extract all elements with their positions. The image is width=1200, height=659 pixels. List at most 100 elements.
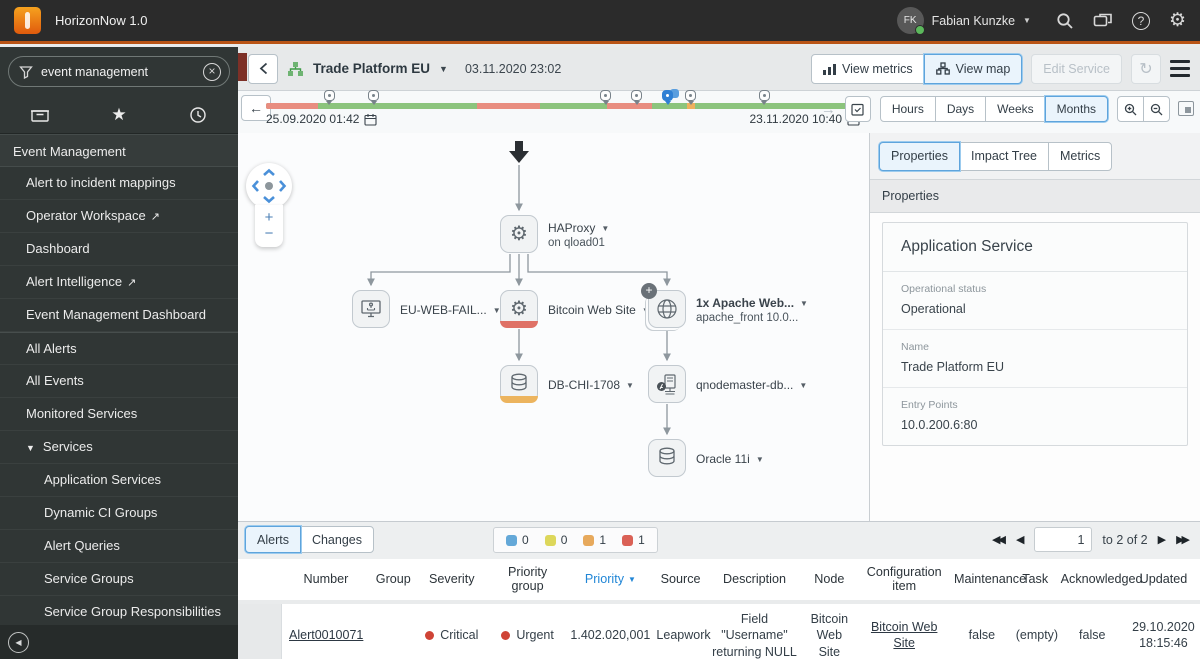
column-maintenance[interactable]: Maintenance [950, 559, 1026, 602]
refresh-button[interactable]: ↻ [1131, 53, 1161, 84]
sidebar-item-monitored-services[interactable]: Monitored Services [0, 398, 238, 431]
timeline-marker[interactable] [685, 90, 697, 105]
node-oracle-11i[interactable] [648, 439, 686, 477]
chat-icon[interactable] [1093, 12, 1113, 30]
column-node[interactable]: Node [801, 559, 858, 602]
column-configuration-item[interactable]: Configuration item [857, 559, 951, 602]
zoom-out-button[interactable] [1143, 96, 1170, 122]
timeline-marker[interactable] [368, 90, 380, 105]
column-number[interactable]: Number [281, 559, 371, 602]
node-bitcoin-web-site[interactable]: ⚙ [500, 290, 538, 328]
range-weeks-button[interactable]: Weeks [985, 96, 1046, 122]
node-qnodemaster-db[interactable] [648, 365, 686, 403]
edge-tab[interactable] [238, 53, 247, 81]
select-date-button[interactable] [844, 96, 871, 122]
range-hours-button[interactable]: Hours [879, 96, 936, 122]
menu-section-header[interactable]: Event Management [0, 134, 238, 167]
page-input[interactable] [1034, 527, 1093, 552]
column-source[interactable]: Source [653, 559, 708, 602]
dock-panel-icon[interactable] [1178, 101, 1194, 116]
timeline-markers [266, 90, 860, 106]
tab-alerts[interactable]: Alerts [245, 526, 301, 553]
expand-group-icon[interactable]: + [641, 283, 657, 299]
search-input[interactable] [41, 64, 203, 79]
details-tabs: Properties Impact Tree Metrics [870, 133, 1200, 179]
tab-favorites[interactable]: ★ [79, 96, 158, 133]
node-haproxy[interactable]: ⚙ [500, 215, 538, 253]
zoom-out-button[interactable]: − [265, 226, 274, 241]
zoom-in-button[interactable]: + [265, 210, 274, 225]
column-acknowledged[interactable]: Acknowledged [1057, 559, 1143, 602]
sidebar-item-dynamic-ci-groups[interactable]: Dynamic CI Groups [0, 497, 238, 530]
help-icon[interactable]: ? [1131, 11, 1150, 30]
column-description[interactable]: Description [707, 559, 802, 602]
user-menu[interactable]: FK Fabian Kunzke ▼ [896, 7, 1031, 35]
tab-all-applications[interactable] [0, 96, 79, 133]
column-group[interactable]: Group [370, 559, 416, 602]
range-days-button[interactable]: Days [934, 96, 987, 122]
column-priority[interactable]: Priority ▼ [567, 559, 654, 602]
node-eu-web-fail[interactable] [352, 290, 390, 328]
sidebar-item-alert-intelligence[interactable]: Alert Intelligence ↗ [0, 266, 238, 299]
service-title-caret-icon[interactable]: ▼ [439, 64, 448, 74]
timeline-marker[interactable] [600, 90, 612, 105]
chevron-down-icon[interactable]: ▼ [626, 381, 634, 390]
tab-changes[interactable]: Changes [299, 526, 374, 553]
search-icon[interactable] [1056, 12, 1074, 30]
chevron-down-icon[interactable]: ▼ [1023, 16, 1031, 25]
gear-icon[interactable]: ⚙ [1169, 11, 1186, 30]
configuration-item-link[interactable]: Bitcoin Web Site [871, 620, 937, 650]
zoom-in-button[interactable] [1117, 96, 1144, 122]
column-severity[interactable]: Severity [415, 559, 488, 602]
sidebar: × ★ Event Management Alert to incident m… [0, 47, 238, 659]
chevron-down-icon[interactable]: ▼ [799, 381, 807, 390]
collapse-sidebar-icon[interactable]: ◀ [8, 631, 29, 653]
timeline-forward-icon[interactable]: → [821, 101, 836, 118]
node-db-chi-1708[interactable] [500, 365, 538, 403]
timeline-marker[interactable] [323, 90, 335, 105]
timeline-marker[interactable] [631, 90, 643, 105]
sidebar-item-application-services[interactable]: Application Services [0, 464, 238, 497]
timeline-marker-current[interactable] [662, 90, 674, 105]
tab-impact-tree[interactable]: Impact Tree [958, 141, 1049, 171]
range-months-button[interactable]: Months [1044, 96, 1108, 122]
clear-search-icon[interactable]: × [203, 62, 221, 81]
filter-navigator-search[interactable]: × [8, 56, 230, 87]
sidebar-item-all-events[interactable]: All Events [0, 365, 238, 398]
legend-info: 0 [506, 533, 529, 547]
sidebar-footer: ◀ [0, 625, 238, 659]
back-button[interactable] [248, 53, 278, 84]
sidebar-item-event-management-dashboard[interactable]: Event Management Dashboard [0, 299, 238, 332]
tab-metrics[interactable]: Metrics [1047, 141, 1113, 171]
sidebar-item-dashboard[interactable]: Dashboard [0, 233, 238, 266]
timeline-marker[interactable] [758, 90, 770, 105]
field-entry-points: Entry Points 10.0.200.6:80 [883, 387, 1187, 445]
chevron-down-icon[interactable]: ▼ [756, 455, 764, 464]
avatar[interactable]: FK [896, 7, 925, 35]
view-map-button[interactable]: View map [923, 53, 1023, 84]
prev-page-button[interactable]: ◀ [1016, 533, 1024, 546]
sidebar-item-operator-workspace[interactable]: Operator Workspace ↗ [0, 200, 238, 233]
sidebar-item-alert-queries[interactable]: Alert Queries [0, 530, 238, 563]
sidebar-item-all-alerts[interactable]: All Alerts [0, 332, 238, 365]
edit-service-button[interactable]: Edit Service [1031, 53, 1122, 84]
next-page-button[interactable]: ▶ [1158, 533, 1166, 546]
topology-map[interactable]: + − ⚙ HAProxy ▼ on qload01 EU-WEB-FAIL...… [238, 133, 869, 521]
sidebar-item-alert-to-incident-mappings[interactable]: Alert to incident mappings [0, 167, 238, 200]
alert-number-link[interactable]: Alert0010071 [289, 628, 363, 642]
column-priority-group[interactable]: Priority group [487, 559, 568, 602]
table-row: Alert0010071 Critical Urgent 1.402.020,0… [238, 602, 1200, 659]
last-page-button[interactable]: ▶▶ [1176, 533, 1190, 546]
tab-properties[interactable]: Properties [879, 141, 960, 171]
sidebar-item-service-groups[interactable]: Service Groups [0, 563, 238, 596]
row-selector[interactable] [238, 602, 282, 659]
chevron-down-icon[interactable]: ▼ [800, 299, 808, 308]
context-menu-icon[interactable] [1170, 60, 1190, 77]
map-pan-control[interactable] [246, 163, 292, 209]
chevron-down-icon[interactable]: ▼ [601, 224, 609, 233]
view-metrics-button[interactable]: View metrics [811, 53, 925, 84]
tab-history[interactable] [159, 96, 238, 133]
first-page-button[interactable]: ◀◀ [992, 533, 1006, 546]
sidebar-item-services[interactable]: ▼ Services [0, 431, 238, 464]
node-apache-group[interactable]: + [641, 283, 686, 328]
